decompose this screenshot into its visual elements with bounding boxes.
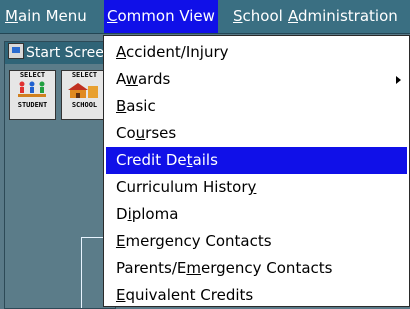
common-view-dropdown: Accident/Injury Awards Basic Courses Cre… — [103, 35, 410, 307]
start-screen-window: Start Screen SELECT STUDENT SELECT SCHOO… — [4, 41, 122, 309]
menu-item-emergency-contacts[interactable]: Emergency Contacts — [106, 228, 407, 255]
menu-main-menu[interactable]: Main Menu — [2, 0, 90, 33]
window-title: Start Screen — [26, 45, 113, 61]
students-icon — [18, 81, 46, 97]
menu-item-courses[interactable]: Courses — [106, 120, 407, 147]
menu-bar: Main Menu Common View School Administrat… — [0, 0, 410, 34]
menu-item-equivalent-credits[interactable]: Equivalent Credits — [106, 282, 407, 306]
menu-item-credit-details[interactable]: Credit Details — [106, 147, 407, 174]
menu-administration[interactable]: Administration — [285, 0, 401, 33]
menu-item-curriculum-history[interactable]: Curriculum History — [106, 174, 407, 201]
menu-item-accident-injury[interactable]: Accident/Injury — [106, 39, 407, 66]
menu-item-parents-emergency-contacts[interactable]: Parents/Emergency Contacts — [106, 255, 407, 282]
menu-item-diploma[interactable]: Diploma — [106, 201, 407, 228]
menu-common-view[interactable]: Common View — [104, 0, 218, 33]
menu-school[interactable]: School — [230, 0, 286, 33]
app-icon — [8, 43, 24, 59]
select-student-button[interactable]: SELECT STUDENT — [9, 70, 56, 120]
menu-item-awards[interactable]: Awards — [106, 66, 407, 93]
window-title-bar: Start Screen — [5, 42, 115, 64]
submenu-arrow-icon — [396, 76, 401, 84]
select-school-button[interactable]: SELECT SCHOOL — [61, 70, 108, 120]
menu-item-basic[interactable]: Basic — [106, 93, 407, 120]
school-icon — [68, 83, 98, 98]
